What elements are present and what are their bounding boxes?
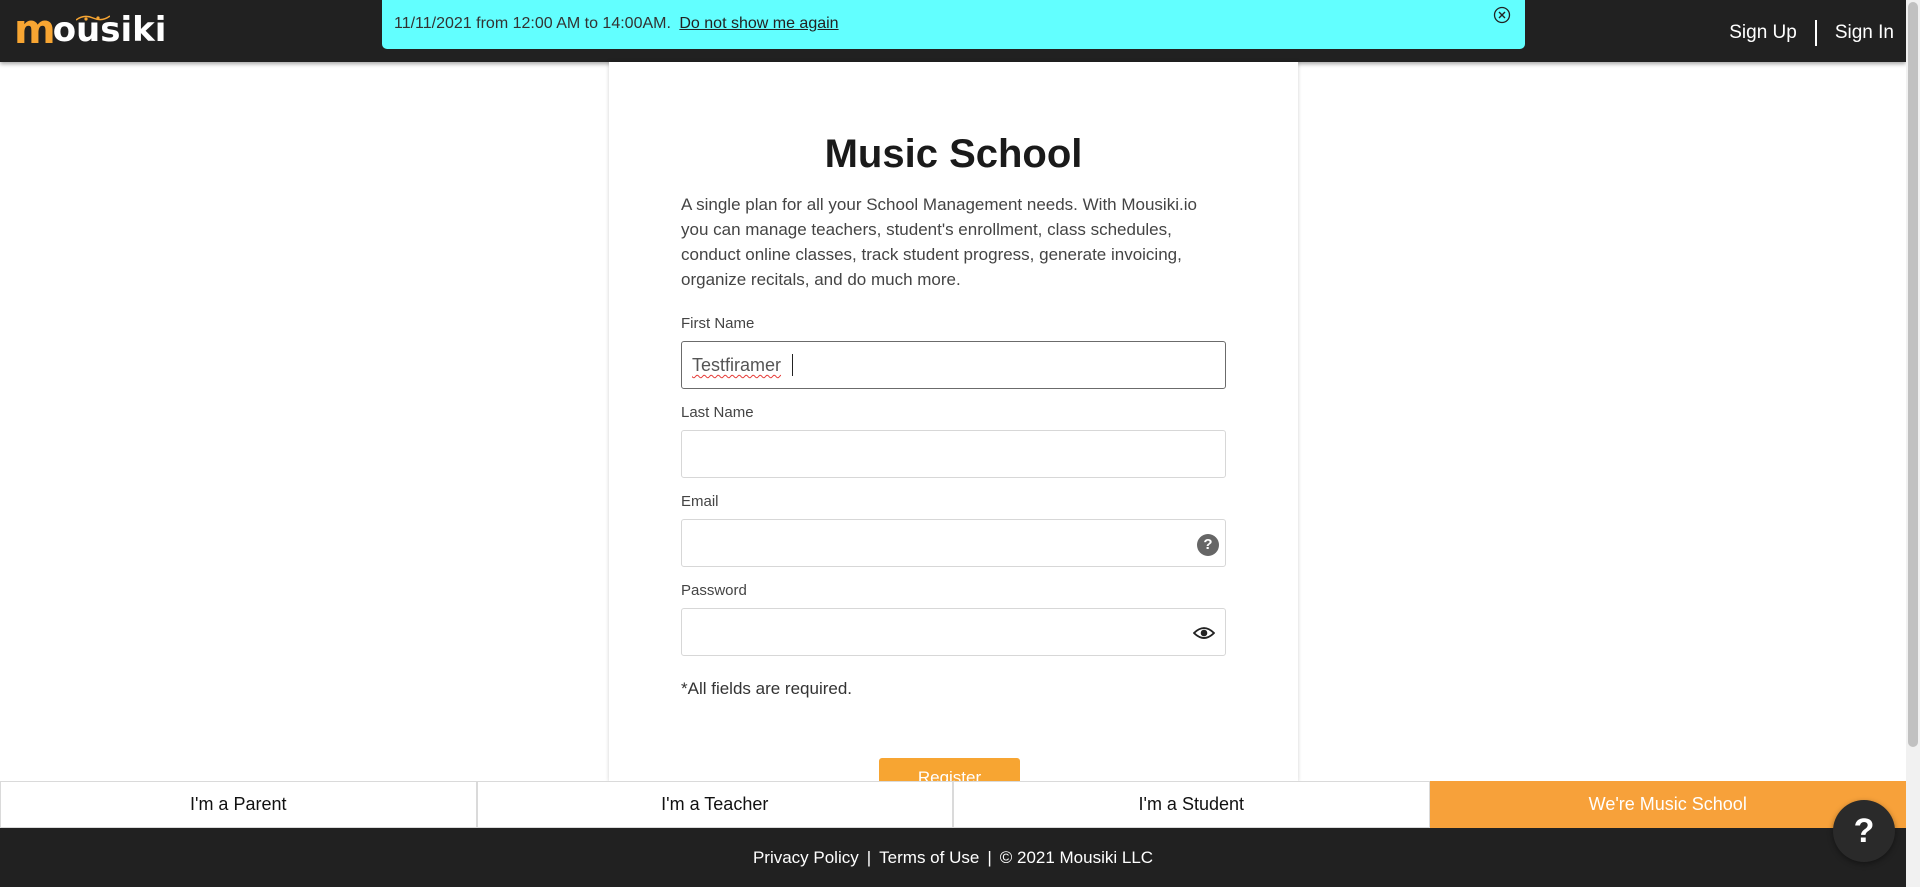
scrollbar-thumb[interactable] (1908, 2, 1918, 747)
first-name-value: Testfiramer (692, 355, 782, 375)
privacy-policy-link[interactable]: Privacy Policy (753, 848, 859, 868)
auth-divider (1814, 20, 1817, 46)
first-name-field[interactable]: Testfiramer (681, 341, 1226, 389)
footer-separator: | (987, 847, 992, 867)
tab-parent[interactable]: I'm a Parent (0, 781, 477, 828)
copyright-text: © 2021 Mousiki LLC (999, 847, 1154, 867)
footer-separator: | (866, 847, 872, 867)
sign-in-link[interactable]: Sign In (1835, 22, 1894, 44)
signup-card: Music School A single plan for all your … (609, 62, 1298, 798)
banner-message: 11/11/2021 from 12:00 AM to 14:00AM. (394, 15, 671, 32)
email-field[interactable]: ? (681, 519, 1226, 567)
text-caret (792, 354, 793, 376)
email-label: Email (681, 493, 719, 510)
banner-text: 11/11/2021 from 12:00 AM to 14:00AM. Do … (394, 15, 839, 33)
first-name-label: First Name (681, 315, 755, 332)
dont-show-again-link[interactable]: Do not show me again (679, 15, 838, 32)
password-field[interactable] (681, 608, 1226, 656)
tab-student[interactable]: I'm a Student (953, 781, 1430, 828)
required-note: *All fields are required. (681, 679, 853, 698)
plan-description: A single plan for all your School Manage… (681, 195, 1197, 289)
help-chat-button[interactable]: ? (1833, 800, 1895, 862)
mousiki-logo[interactable]: m ousiki (14, 10, 166, 50)
terms-of-use-link[interactable]: Terms of Use (879, 848, 979, 868)
last-name-field[interactable] (681, 430, 1226, 478)
announcement-banner: 11/11/2021 from 12:00 AM to 14:00AM. Do … (382, 0, 1525, 49)
tab-teacher[interactable]: I'm a Teacher (476, 781, 953, 828)
close-circle-icon[interactable] (1493, 6, 1511, 24)
logo-initial: m (14, 7, 56, 53)
help-icon[interactable]: ? (1197, 534, 1219, 556)
eye-icon[interactable] (1193, 625, 1215, 641)
footer: Privacy Policy | Terms of Use | © 2021 M… (0, 828, 1906, 887)
sign-up-link[interactable]: Sign Up (1729, 22, 1797, 44)
page-title: Music School (824, 132, 1083, 176)
last-name-label: Last Name (681, 404, 754, 421)
page-scrollbar[interactable] (1906, 0, 1920, 887)
role-tabs: I'm a Parent I'm a Teacher I'm a Student… (0, 781, 1906, 828)
music-notes-icon (76, 15, 110, 21)
password-label: Password (681, 582, 747, 599)
auth-links: Sign Up Sign In (1729, 20, 1894, 46)
